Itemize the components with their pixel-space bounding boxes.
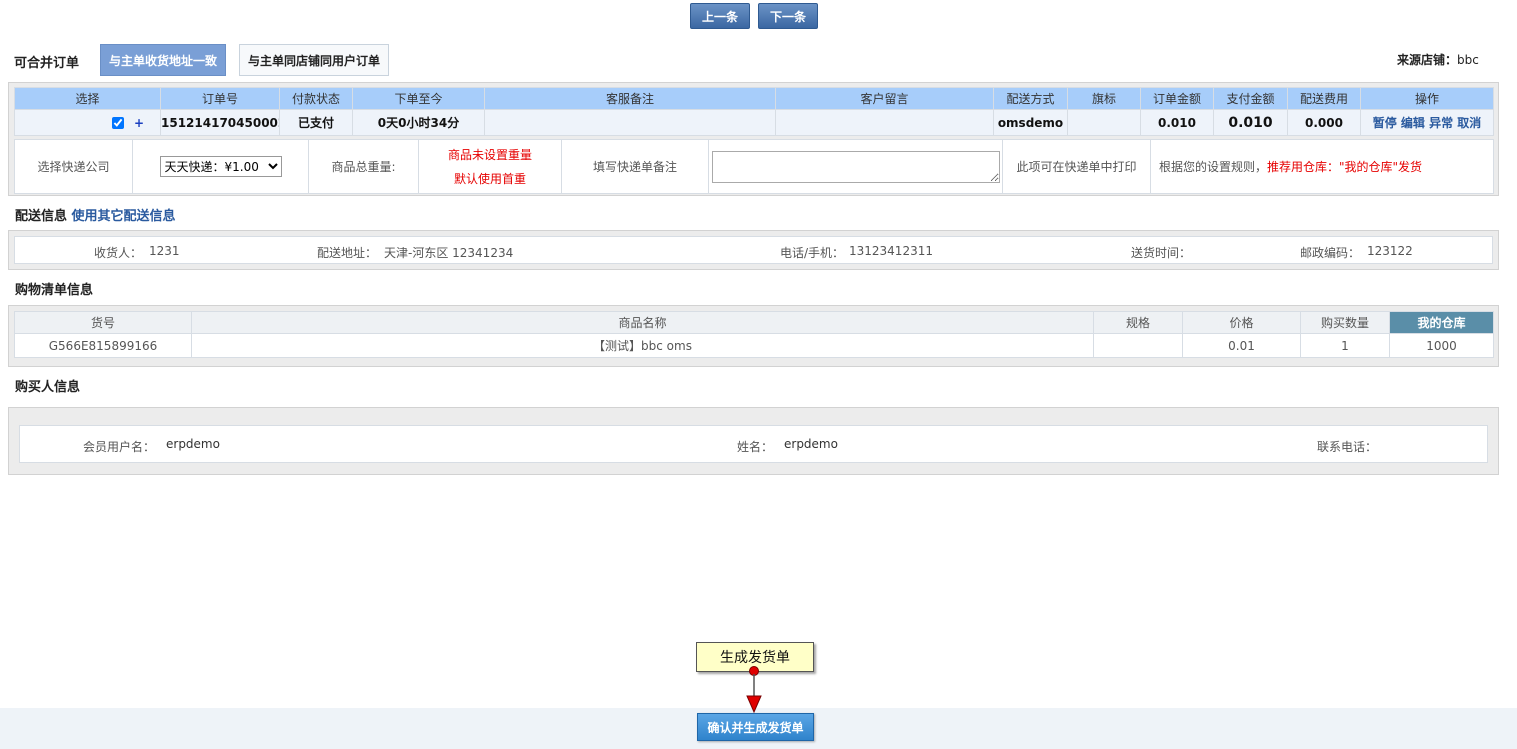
express-row: 选择快递公司 天天快递：¥1.00 商品总重量: 商品未设置重量 默认使用首重 … (14, 139, 1494, 194)
col-goods-name: 商品名称 (191, 311, 1094, 334)
receiver-value: 1231 (149, 244, 180, 258)
orders-section: 选择 订单号 付款状态 下单至今 客服备注 客户留言 配送方式 旗标 订单金额 … (8, 82, 1499, 196)
express-note-label: 填写快递单备注 (561, 139, 709, 194)
pay-status: 已支付 (279, 109, 353, 136)
confirm-generate-button[interactable]: 确认并生成发货单 (697, 713, 814, 741)
member-value: erpdemo (166, 437, 220, 451)
delivery-method: omsdemo (993, 109, 1068, 136)
buyer-section-title: 购买人信息 (15, 380, 81, 395)
express-select-cell: 天天快递：¥1.00 (132, 139, 309, 194)
warehouse-rule: 根据您的设置规则，推荐用仓库："我的仓库"发货 (1150, 139, 1494, 194)
goods-sku: G566E815899166 (14, 333, 192, 358)
weight-label: 商品总重量: (308, 139, 419, 194)
col-select: 选择 (14, 87, 161, 110)
col-flag: 旗标 (1067, 87, 1141, 110)
delivery-section-title: 配送信息 使用其它配送信息 (15, 205, 176, 224)
source-shop: 来源店铺：bbc (1397, 51, 1479, 68)
flag (1067, 109, 1141, 136)
goods-qty: 1 (1300, 333, 1390, 358)
paid-amount: 0.010 (1213, 109, 1288, 136)
other-delivery-link[interactable]: 使用其它配送信息 (72, 209, 176, 224)
goods-section-title: 购物清单信息 (15, 283, 94, 298)
source-shop-label: 来源店铺： (1397, 53, 1458, 67)
order-row: + 1512141704500026 已支付 0天0小时34分 omsdemo … (14, 109, 1494, 136)
expand-icon[interactable]: + (134, 116, 144, 130)
tab-same-address[interactable]: 与主单收货地址一致 (100, 44, 226, 76)
print-hint: 此项可在快递单中打印 (1002, 139, 1151, 194)
buyer-section: 会员用户名： erpdemo 姓名： erpdemo 联系电话： (8, 407, 1499, 475)
express-note-cell (708, 139, 1003, 194)
phone-label: 电话/手机： (780, 246, 845, 260)
col-price: 价格 (1182, 311, 1301, 334)
shipping-fee: 0.000 (1287, 109, 1361, 136)
col-delivery: 配送方式 (993, 87, 1068, 110)
col-order-amount: 订单金额 (1140, 87, 1214, 110)
col-service-note: 客服备注 (484, 87, 776, 110)
zip-label: 邮政编码： (1300, 246, 1361, 260)
goods-header-row: 货号 商品名称 规格 价格 购买数量 我的仓库 (14, 311, 1494, 334)
goods-stock: 1000 (1389, 333, 1494, 358)
weight-warning: 商品未设置重量 默认使用首重 (418, 139, 562, 194)
goods-price: 0.01 (1182, 333, 1301, 358)
col-shipping-fee: 配送费用 (1287, 87, 1361, 110)
warehouse-rule-highlight: 推荐用仓库："我的仓库"发货 (1267, 160, 1423, 174)
select-cell: + (14, 109, 161, 136)
buyer-name-label: 姓名： (737, 440, 774, 454)
col-elapsed: 下单至今 (352, 87, 485, 110)
tab-same-shop[interactable]: 与主单同店铺同用户订单 (239, 44, 389, 76)
col-actions: 操作 (1360, 87, 1494, 110)
address-value: 天津-河东区 12341234 (384, 246, 514, 260)
elapsed-time: 0天0小时34分 (352, 109, 485, 136)
service-note (484, 109, 776, 136)
buyer-phone-label: 联系电话： (1317, 440, 1378, 454)
weight-warning-2: 默认使用首重 (453, 171, 526, 186)
delivery-title: 配送信息 (15, 209, 68, 224)
delivery-row: 收货人： 1231 配送地址： 天津-河东区 12341234 电话/手机： 1… (14, 236, 1493, 264)
member-label: 会员用户名： (83, 440, 156, 454)
order-no: 1512141704500026 (160, 109, 280, 136)
goods-row: G566E815899166 【测试】bbc oms 0.01 1 1000 (14, 333, 1494, 358)
order-amount: 0.010 (1140, 109, 1214, 136)
express-company-select[interactable]: 天天快递：¥1.00 (159, 156, 282, 177)
col-sku: 货号 (14, 311, 192, 334)
buyer-row: 会员用户名： erpdemo 姓名： erpdemo 联系电话： (19, 425, 1488, 463)
cancel-link[interactable]: 取消 (1457, 116, 1481, 130)
source-shop-value: bbc (1457, 53, 1479, 67)
phone-value: 13123412311 (849, 244, 933, 258)
col-spec: 规格 (1093, 311, 1183, 334)
arrow-icon (746, 666, 762, 714)
receiver-label: 收货人： (94, 246, 143, 260)
address-label: 配送地址： (317, 246, 378, 260)
prev-button[interactable]: 上一条 (690, 3, 750, 29)
express-note-input[interactable] (711, 150, 1000, 183)
orders-table: 选择 订单号 付款状态 下单至今 客服备注 客户留言 配送方式 旗标 订单金额 … (14, 87, 1494, 136)
buyer-name-value: erpdemo (784, 437, 838, 451)
col-qty: 购买数量 (1300, 311, 1390, 334)
express-company-label: 选择快递公司 (14, 139, 133, 194)
mergeable-orders-label: 可合并订单 (14, 56, 80, 71)
delivery-time-label: 送货时间： (1131, 246, 1192, 260)
goods-table: 货号 商品名称 规格 价格 购买数量 我的仓库 G566E815899166 【… (14, 311, 1494, 358)
zip-value: 123122 (1367, 244, 1413, 258)
actions-cell: 暂停 编辑 异常 取消 (1360, 109, 1494, 136)
orders-header-row: 选择 订单号 付款状态 下单至今 客服备注 客户留言 配送方式 旗标 订单金额 … (14, 87, 1494, 110)
delivery-section: 收货人： 1231 配送地址： 天津-河东区 12341234 电话/手机： 1… (8, 230, 1499, 270)
warehouse-rule-prefix: 根据您的设置规则， (1159, 160, 1268, 174)
customer-msg (775, 109, 994, 136)
goods-section: 货号 商品名称 规格 价格 购买数量 我的仓库 G566E815899166 【… (8, 305, 1499, 367)
col-my-warehouse: 我的仓库 (1389, 311, 1494, 334)
col-order-no: 订单号 (160, 87, 280, 110)
next-button[interactable]: 下一条 (758, 3, 818, 29)
col-paid-amount: 支付金额 (1213, 87, 1288, 110)
col-pay-status: 付款状态 (279, 87, 353, 110)
pause-link[interactable]: 暂停 (1373, 116, 1397, 130)
goods-name: 【测试】bbc oms (191, 333, 1094, 358)
order-checkbox[interactable] (111, 117, 124, 129)
edit-link[interactable]: 编辑 (1401, 116, 1425, 130)
weight-warning-1: 商品未设置重量 (447, 147, 532, 162)
goods-spec (1093, 333, 1183, 358)
express-table: 选择快递公司 天天快递：¥1.00 商品总重量: 商品未设置重量 默认使用首重 … (14, 139, 1494, 194)
exception-link[interactable]: 异常 (1429, 116, 1453, 130)
col-customer-msg: 客户留言 (775, 87, 994, 110)
